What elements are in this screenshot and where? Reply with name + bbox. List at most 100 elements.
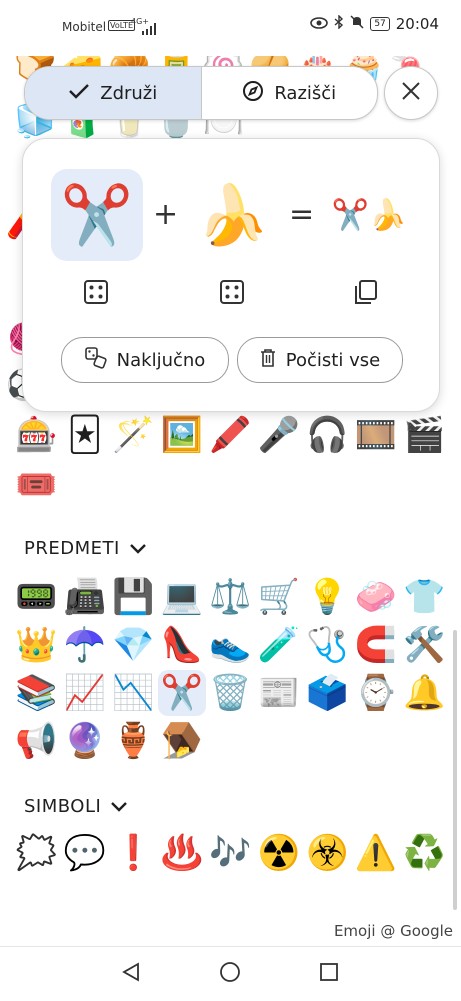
equals-sign: = bbox=[289, 197, 315, 232]
section-title-symbols: SIMBOLI bbox=[24, 796, 102, 817]
emoji-tile[interactable]: ❗ bbox=[109, 830, 158, 876]
mode-tabs: Združi Razišči bbox=[24, 66, 378, 120]
recents-icon[interactable] bbox=[318, 961, 340, 987]
emoji-tile[interactable]: 🗑️ bbox=[206, 670, 255, 716]
close-icon bbox=[400, 80, 422, 106]
emoji-tile[interactable]: 📈 bbox=[61, 670, 110, 716]
compass-icon bbox=[242, 80, 264, 107]
emoji-tile[interactable]: 🪄 bbox=[109, 412, 158, 458]
shuffle-dice-icon bbox=[84, 346, 107, 374]
home-icon[interactable] bbox=[219, 961, 241, 987]
emoji-tile[interactable]: 🛠️ bbox=[400, 622, 449, 668]
section-header-symbols[interactable]: SIMBOLI bbox=[24, 796, 128, 817]
emoji-tile[interactable]: 🎤 bbox=[255, 412, 304, 458]
emoji-tile[interactable]: 💎 bbox=[109, 622, 158, 668]
emoji-tile[interactable]: 📰 bbox=[255, 670, 304, 716]
emoji-tile[interactable]: 🔔 bbox=[400, 670, 449, 716]
copy-icon[interactable] bbox=[353, 279, 379, 305]
emoji-tile[interactable]: 💬 bbox=[61, 830, 110, 876]
dice-icon[interactable] bbox=[219, 279, 245, 305]
mute-bell-icon bbox=[350, 15, 364, 33]
emoji-tile[interactable]: 🔮 bbox=[61, 718, 110, 764]
emoji-tile[interactable]: 🖍️ bbox=[206, 412, 255, 458]
emoji-tile[interactable]: 🧼 bbox=[352, 574, 401, 620]
section-header-objects[interactable]: PREDMETI bbox=[24, 538, 146, 559]
emoji-tile[interactable]: 👟 bbox=[206, 622, 255, 668]
emoji-mixer-card: ✂️ + 🍌 = ✂️🍌 Naključno Počisti vse bbox=[22, 138, 440, 412]
emoji-tile[interactable]: 🏺 bbox=[109, 718, 158, 764]
emoji-tile[interactable]: 📠 bbox=[61, 574, 110, 620]
emoji-tile[interactable]: 📢 bbox=[12, 718, 61, 764]
tab-explore-label: Razišči bbox=[274, 82, 337, 104]
clock: 20:04 bbox=[395, 15, 439, 33]
emoji-row: 👑 ☂️ 💎 👠 👟 🧪 🩺 🧲 🛠️ bbox=[12, 622, 449, 668]
emoji-tile[interactable]: 🃏 bbox=[61, 412, 110, 458]
scrollbar[interactable] bbox=[453, 630, 457, 910]
emoji-tile[interactable]: ⌚ bbox=[352, 670, 401, 716]
emoji-tile[interactable]: 📚 bbox=[12, 670, 61, 716]
tab-combine[interactable]: Združi bbox=[25, 67, 201, 119]
emoji-tile[interactable]: 🖼️ bbox=[158, 412, 207, 458]
emoji-tile[interactable]: 🎰 bbox=[12, 412, 61, 458]
second-emoji-slot[interactable]: 🍌 bbox=[187, 169, 279, 261]
plus-sign: + bbox=[153, 197, 179, 232]
emoji-tile[interactable]: 💡 bbox=[303, 574, 352, 620]
emoji-tile[interactable]: 🪤 bbox=[158, 718, 207, 764]
emoji-row: 📢 🔮 🏺 🪤 bbox=[12, 718, 206, 764]
emoji-tile[interactable]: 👑 bbox=[12, 622, 61, 668]
emoji-tile[interactable]: 💾 bbox=[109, 574, 158, 620]
emoji-tile[interactable]: 🎟️ bbox=[12, 462, 61, 508]
eye-comfort-icon bbox=[310, 15, 329, 33]
chevron-down-icon bbox=[129, 538, 146, 559]
emoji-tile[interactable]: 🗯️ bbox=[12, 830, 61, 876]
trash-icon bbox=[260, 348, 276, 372]
emoji-tile[interactable]: ⚠️ bbox=[352, 830, 401, 876]
carrier-name: Mobitel bbox=[62, 20, 107, 34]
dice-icon[interactable] bbox=[83, 279, 109, 305]
emoji-tile[interactable]: 👕 bbox=[400, 574, 449, 620]
emoji-tile[interactable]: 🧪 bbox=[255, 622, 304, 668]
clear-all-button[interactable]: Počisti vse bbox=[237, 337, 403, 383]
tab-explore[interactable]: Razišči bbox=[202, 67, 378, 119]
emoji-row: 📟 📠 💾 💻 ⚖️ 🛒 💡 🧼 👕 bbox=[12, 574, 449, 620]
emoji-row: 🎰 🃏 🪄 🖼️ 🖍️ 🎤 🎧 🎞️ 🎬 bbox=[12, 412, 449, 458]
random-button[interactable]: Naključno bbox=[61, 337, 229, 383]
emoji-row: 🗯️ 💬 ❗ ♨️ 🎶 ☢️ ☣️ ⚠️ ♻️ bbox=[12, 830, 449, 876]
emoji-row: 🎟️ bbox=[12, 462, 61, 508]
emoji-tile[interactable]: ☣️ bbox=[303, 830, 352, 876]
emoji-tile[interactable]: 🎬 bbox=[400, 412, 449, 458]
emoji-tile[interactable]: ⚖️ bbox=[206, 574, 255, 620]
checkmark-icon bbox=[68, 82, 90, 105]
close-button[interactable] bbox=[384, 66, 438, 120]
result-emoji[interactable]: ✂️🍌 bbox=[323, 169, 415, 261]
emoji-tile[interactable]: 🗳️ bbox=[303, 670, 352, 716]
battery-indicator: 57 bbox=[370, 17, 390, 31]
status-bar: Mobitel VoLTE 4G+ 57 20:04 bbox=[0, 0, 461, 56]
emoji-tile[interactable]: ☂️ bbox=[61, 622, 110, 668]
random-button-label: Naključno bbox=[116, 349, 206, 371]
bluetooth-icon bbox=[334, 14, 344, 33]
emoji-tile[interactable]: ☢️ bbox=[255, 830, 304, 876]
emoji-tile[interactable]: 🩺 bbox=[303, 622, 352, 668]
section-title-objects: PREDMETI bbox=[24, 538, 120, 559]
emoji-tile[interactable]: 💻 bbox=[158, 574, 207, 620]
signal-icon bbox=[142, 20, 156, 39]
emoji-tile[interactable]: 📟 bbox=[12, 574, 61, 620]
emoji-tile[interactable]: ♨️ bbox=[158, 830, 207, 876]
emoji-tile[interactable]: 📉 bbox=[109, 670, 158, 716]
credit-text: Emoji @ Google bbox=[333, 922, 453, 940]
emoji-tile[interactable]: 🛒 bbox=[255, 574, 304, 620]
system-navigation-bar bbox=[0, 946, 461, 1001]
emoji-tile[interactable]: 🧲 bbox=[352, 622, 401, 668]
chevron-down-icon bbox=[111, 796, 128, 817]
emoji-tile-selected[interactable]: ✂️ bbox=[157, 670, 206, 716]
emoji-tile[interactable]: 🎧 bbox=[303, 412, 352, 458]
emoji-tile[interactable]: 🎞️ bbox=[352, 412, 401, 458]
emoji-row: 📚 📈 📉 ✂️ 🗑️ 📰 🗳️ ⌚ 🔔 bbox=[12, 670, 449, 716]
first-emoji-slot[interactable]: ✂️ bbox=[51, 169, 143, 261]
tab-combine-label: Združi bbox=[100, 82, 158, 104]
back-icon[interactable] bbox=[120, 961, 142, 987]
emoji-tile[interactable]: 🎶 bbox=[206, 830, 255, 876]
emoji-tile[interactable]: ♻️ bbox=[400, 830, 449, 876]
emoji-tile[interactable]: 👠 bbox=[158, 622, 207, 668]
